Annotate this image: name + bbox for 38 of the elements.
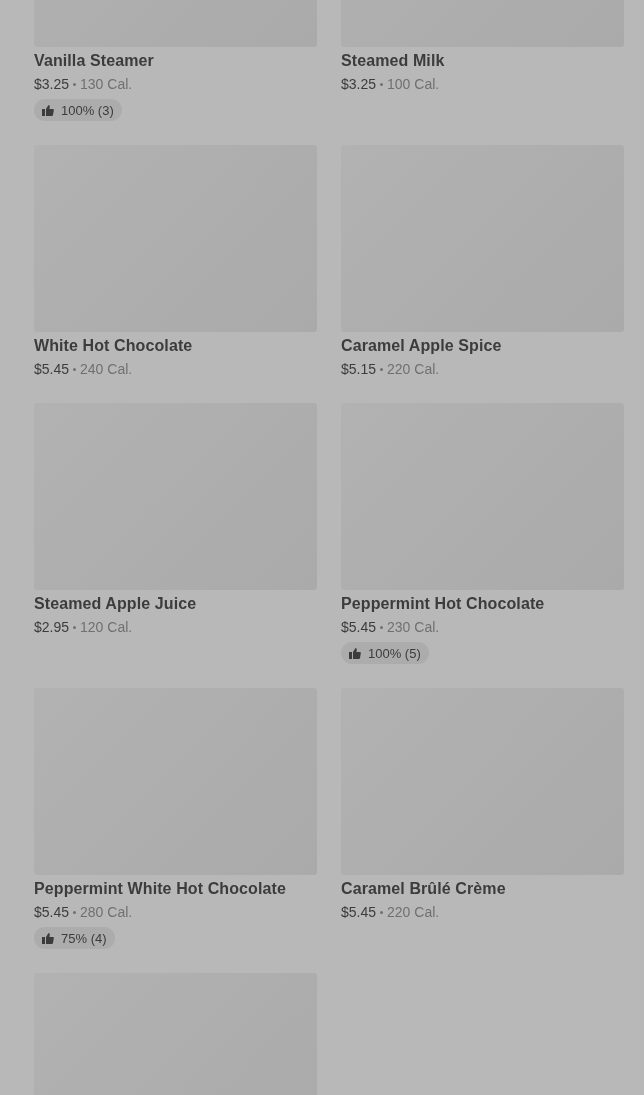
separator-dot	[380, 625, 384, 629]
calories: 280 Cal.	[80, 903, 133, 922]
price: $5.45	[34, 903, 70, 922]
rating-badge: 75% (4)	[34, 927, 115, 949]
price: $5.45	[34, 360, 70, 379]
rating-badge: 100% (5)	[341, 642, 429, 664]
price: $3.25	[341, 75, 377, 94]
price: $5.45	[341, 903, 377, 922]
separator-dot	[73, 82, 77, 86]
product-name[interactable]: Peppermint White Hot Chocolate	[34, 879, 317, 899]
calories: 130 Cal.	[80, 75, 133, 94]
separator-dot	[73, 625, 77, 629]
rating-badge: 100% (3)	[34, 99, 122, 121]
price: $5.45	[341, 618, 377, 637]
product-name[interactable]: Steamed Milk	[341, 51, 624, 71]
separator-dot	[380, 82, 384, 86]
separator-dot	[380, 367, 384, 371]
calories: 100 Cal.	[387, 75, 440, 94]
product-name[interactable]: Caramel Apple Spice	[341, 336, 624, 356]
thumbs-up-icon	[42, 932, 54, 944]
calories: 230 Cal.	[387, 618, 440, 637]
product-name[interactable]: Vanilla Steamer	[34, 51, 317, 71]
thumbs-up-icon	[349, 647, 361, 659]
price: $5.15	[341, 360, 377, 379]
calories: 220 Cal.	[387, 360, 440, 379]
calories: 120 Cal.	[80, 618, 133, 637]
product-name[interactable]: White Hot Chocolate	[34, 336, 317, 356]
product-name[interactable]: Steamed Apple Juice	[34, 594, 317, 614]
product-name[interactable]: Peppermint Hot Chocolate	[341, 594, 624, 614]
price: $2.95	[34, 618, 70, 637]
separator-dot	[73, 910, 77, 914]
calories: 240 Cal.	[80, 360, 133, 379]
separator-dot	[73, 367, 77, 371]
calories: 220 Cal.	[387, 903, 440, 922]
thumbs-up-icon	[42, 104, 54, 116]
separator-dot	[380, 910, 384, 914]
product-name[interactable]: Caramel Brûlé Crème	[341, 879, 624, 899]
price: $3.25	[34, 75, 70, 94]
